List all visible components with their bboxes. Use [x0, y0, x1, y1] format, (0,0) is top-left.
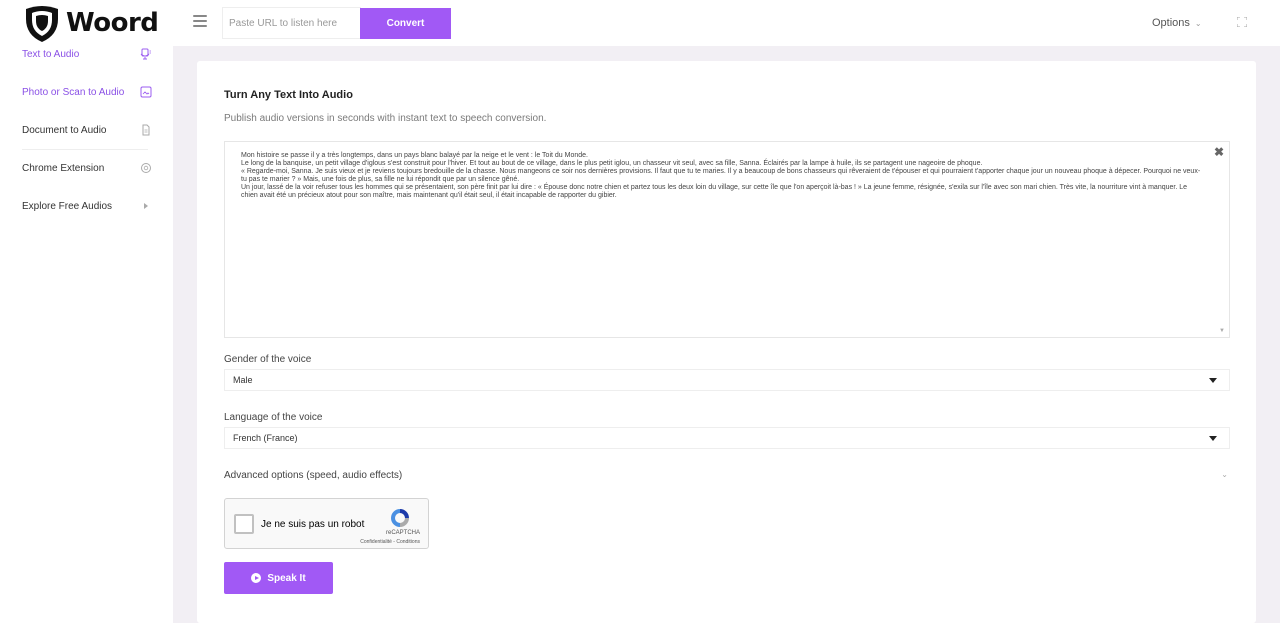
shield-logo-icon	[26, 6, 58, 42]
sidebar-item-label: Explore Free Audios	[22, 200, 113, 212]
recaptcha-terms[interactable]: Confidentialité - Conditions	[360, 539, 420, 545]
sidebar-item-document[interactable]: Document to Audio	[22, 120, 152, 140]
clear-text-icon[interactable]: ✖	[1214, 145, 1224, 159]
fullscreen-icon[interactable]	[1237, 17, 1247, 27]
speak-it-button[interactable]: Speak It	[224, 562, 333, 594]
options-dropdown[interactable]: Options ⌄	[1152, 17, 1202, 29]
chevron-down-icon: ⌄	[1194, 18, 1202, 28]
brand-logo[interactable]: Woord	[22, 3, 159, 43]
language-value: French (France)	[233, 433, 298, 443]
menu-toggle-icon[interactable]	[193, 15, 207, 27]
gender-value: Male	[233, 375, 253, 385]
play-icon	[140, 200, 152, 212]
sidebar-item-label: Document to Audio	[22, 124, 107, 136]
recaptcha-logo-icon	[391, 509, 409, 527]
mic-icon	[140, 48, 152, 60]
url-input[interactable]	[222, 7, 361, 39]
brand-name: Woord	[66, 8, 159, 38]
sidebar-item-chrome-extension[interactable]: Chrome Extension	[22, 158, 152, 178]
sidebar-item-label: Text to Audio	[22, 48, 80, 60]
speak-it-label: Speak It	[267, 572, 306, 584]
recaptcha-checkbox[interactable]	[234, 514, 254, 534]
chrome-icon	[140, 162, 152, 174]
text-content[interactable]: Mon histoire se passe il y a très longte…	[241, 152, 1201, 200]
options-label: Options	[1152, 17, 1190, 29]
top-header: Woord Convert Options ⌄	[0, 0, 1280, 46]
sidebar-item-text-to-audio[interactable]: Text to Audio	[22, 44, 152, 64]
caret-down-icon	[1209, 378, 1217, 383]
sidebar-item-label: Photo or Scan to Audio	[22, 86, 125, 98]
recaptcha-brand: reCAPTCHA	[385, 530, 420, 536]
document-icon	[140, 124, 152, 136]
sidebar-item-label: Chrome Extension	[22, 162, 105, 174]
image-icon	[140, 86, 152, 98]
sidebar-item-photo-scan[interactable]: Photo or Scan to Audio	[22, 82, 152, 102]
scroll-down-icon[interactable]: ▼	[1219, 328, 1225, 334]
chevron-down-icon: ⌄	[1221, 470, 1228, 479]
page-title: Turn Any Text Into Audio	[224, 89, 353, 101]
language-label: Language of the voice	[224, 412, 323, 423]
convert-button[interactable]: Convert	[360, 8, 451, 39]
gender-select[interactable]: Male	[224, 369, 1230, 391]
advanced-options-toggle[interactable]: Advanced options (speed, audio effects) …	[224, 470, 1230, 484]
advanced-options-label: Advanced options (speed, audio effects)	[224, 470, 403, 481]
gender-label: Gender of the voice	[224, 354, 312, 365]
play-circle-icon	[251, 573, 262, 583]
caret-down-icon	[1209, 436, 1217, 441]
recaptcha-label: Je ne suis pas un robot	[261, 519, 365, 530]
language-select[interactable]: French (France)	[224, 427, 1230, 449]
recaptcha-widget: Je ne suis pas un robot reCAPTCHA Confid…	[224, 498, 429, 549]
sidebar-item-explore[interactable]: Explore Free Audios	[22, 196, 152, 216]
sidebar-divider	[22, 149, 148, 150]
text-input-area[interactable]: Mon histoire se passe il y a très longte…	[224, 141, 1230, 338]
page-subtitle: Publish audio versions in seconds with i…	[224, 113, 547, 124]
